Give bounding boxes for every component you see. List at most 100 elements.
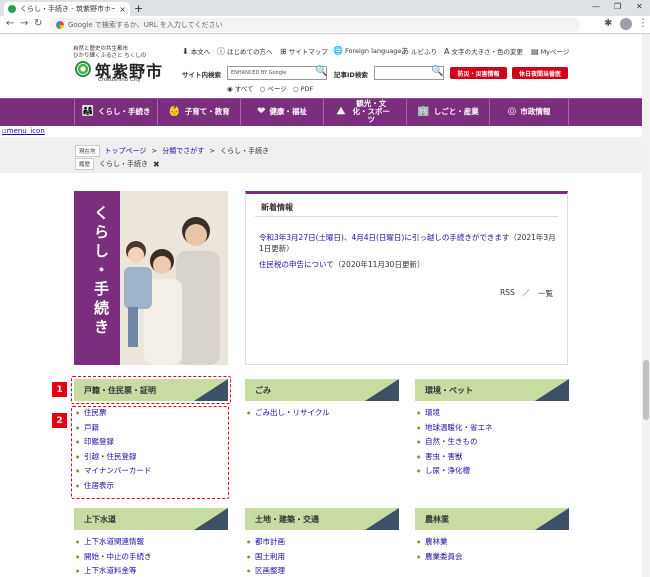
category-corner-decoration: [365, 508, 399, 530]
heart-icon: ❤: [257, 106, 266, 117]
emergency-info-button[interactable]: 防災・災害情報: [450, 67, 507, 79]
ruby-icon: あ: [401, 47, 409, 56]
scrollbar-thumb[interactable]: [643, 360, 649, 420]
news-date: （2020年11月30日更新）: [333, 260, 425, 269]
category-corner-decoration: [194, 508, 228, 530]
annotation-badge-2: 2: [52, 413, 67, 428]
building-icon: 🏢: [417, 106, 430, 117]
category-list-environment: 環境 地球温暖化・省エネ 自然・生きもの 害虫・害獣 し尿・浄化槽: [417, 406, 567, 479]
omnibox[interactable]: Google で検索するか、URL を入力してください: [50, 18, 580, 32]
tagline-line-1: 自然と歴史の共生都市: [73, 46, 129, 52]
news-link[interactable]: 令和3年3月27日(土曜日)、4月4日(日曜日)に引っ越しの手続きができます: [259, 233, 509, 242]
category-header-garbage[interactable]: ごみ: [245, 379, 399, 401]
stroller-icon: 👶: [168, 106, 181, 117]
list-item[interactable]: 環境: [417, 406, 567, 421]
site-search-icon[interactable]: 🔍: [315, 66, 327, 77]
article-id-label: 記事ID検索: [334, 71, 368, 79]
history-close-icon[interactable]: ✖: [153, 160, 160, 169]
back-icon[interactable]: ←: [6, 18, 14, 29]
link-sitemap[interactable]: ⊞ サイトマップ: [280, 46, 328, 56]
holiday-doctor-button[interactable]: 休日夜間当番医: [512, 67, 568, 79]
category-corner-decoration: [535, 379, 569, 401]
link-skip-to-content[interactable]: ⬇ 本文へ: [182, 46, 210, 56]
nav-city-info[interactable]: ◎ 市政情報: [489, 99, 569, 125]
nav-health[interactable]: ❤ 健康・福祉: [240, 99, 323, 125]
nav-tourism[interactable]: ⛰ 観光・文化・スポーツ: [323, 99, 406, 125]
browser-menu-icon[interactable]: ⋮: [638, 18, 648, 29]
category-header-agriculture[interactable]: 農林業: [415, 508, 569, 530]
extensions-icon[interactable]: ✱: [604, 18, 612, 29]
category-list-garbage: ごみ出し・リサイクル: [247, 406, 397, 421]
profile-avatar-icon[interactable]: [620, 18, 632, 30]
news-item: 令和3年3月27日(土曜日)、4月4日(日曜日)に引っ越しの手続きができます（2…: [259, 232, 559, 254]
browser-tab[interactable]: くらし・手続き - 筑紫野市ホームペー ×: [4, 2, 130, 16]
history-item[interactable]: くらし・手続き: [99, 159, 148, 169]
site-search-label: サイト内検索: [182, 71, 221, 79]
window-close-icon[interactable]: ✕: [636, 2, 643, 11]
list-item[interactable]: 上下水道料金等: [76, 564, 226, 577]
list-item[interactable]: 都市計画: [247, 535, 397, 550]
site-search-input[interactable]: ENHANCED BY Google: [227, 66, 327, 80]
rss-link[interactable]: RSS: [500, 288, 515, 297]
breadcrumb-home[interactable]: トップページ: [105, 146, 147, 156]
breadcrumb: 現在地 トップページ > 分類でさがす > くらし・手続き: [75, 145, 269, 157]
link-foreign-language[interactable]: 🌐 Foreign language: [333, 46, 401, 55]
city-icon: ◎: [507, 106, 517, 117]
list-item[interactable]: 上下水道関連情報: [76, 535, 226, 550]
forward-icon[interactable]: →: [20, 18, 28, 29]
news-divider: [255, 216, 558, 217]
broken-menu-icon-image: ▫menu_icon: [2, 127, 45, 135]
sitemap-icon: ⊞: [280, 47, 287, 56]
list-item[interactable]: 自然・生きもの: [417, 435, 567, 450]
history-row: 履歴 くらし・手続き ✖: [75, 158, 160, 170]
list-item[interactable]: 地球温暖化・省エネ: [417, 421, 567, 436]
logo-subtitle: Chikushino City: [98, 77, 141, 83]
page-scrollbar[interactable]: [642, 34, 650, 577]
annotation-badge-1: 1: [52, 382, 67, 397]
list-item[interactable]: 国土利用: [247, 550, 397, 565]
breadcrumb-sep: >: [151, 147, 158, 155]
breadcrumb-sep: >: [209, 147, 216, 155]
list-item[interactable]: 農林業: [417, 535, 567, 550]
new-tab-icon[interactable]: +: [134, 2, 143, 15]
nav-living[interactable]: 👨‍👩‍👧 くらし・手続き: [74, 99, 157, 125]
link-first-visit[interactable]: ⓘ はじめての方へ: [217, 46, 273, 57]
family-icon: 👨‍👩‍👧: [81, 106, 94, 117]
news-link[interactable]: 住民税の申告について: [259, 260, 334, 269]
radio-all[interactable]: ◉ すべて: [227, 85, 254, 93]
breadcrumb-by-field[interactable]: 分類でさがす: [162, 146, 204, 156]
category-header-environment[interactable]: 環境・ペット: [415, 379, 569, 401]
maximize-icon[interactable]: ❐: [614, 2, 621, 11]
link-text-size[interactable]: A 文字の大きさ・色の変更: [444, 46, 523, 56]
radio-page[interactable]: ○ ページ: [260, 85, 287, 93]
list-item[interactable]: 農業委員会: [417, 550, 567, 565]
site-favicon-icon: [8, 5, 16, 13]
my-page-icon: ▤: [531, 47, 539, 56]
list-item[interactable]: 害虫・害獣: [417, 450, 567, 465]
nav-childcare[interactable]: 👶 子育て・教育: [157, 99, 240, 125]
news-link-separator: ／: [522, 289, 530, 298]
list-item[interactable]: 区画整理: [247, 564, 397, 577]
link-my-page[interactable]: ▤ Myページ: [531, 46, 569, 56]
current-location-label: 現在地: [75, 145, 100, 157]
news-panel: [245, 191, 568, 365]
link-ruby[interactable]: あルビふり: [401, 46, 437, 57]
news-list-link[interactable]: 一覧: [538, 288, 553, 299]
list-item[interactable]: ごみ出し・リサイクル: [247, 406, 397, 421]
download-icon: ⬇: [182, 47, 189, 56]
radio-pdf[interactable]: ○ PDF: [293, 85, 313, 93]
reload-icon[interactable]: ↻: [34, 18, 42, 29]
category-header-land[interactable]: 土地・建築・交通: [245, 508, 399, 530]
list-item[interactable]: 開始・中止の手続き: [76, 550, 226, 565]
tab-close-icon[interactable]: ×: [119, 5, 126, 14]
article-search-icon[interactable]: 🔍: [431, 66, 443, 77]
category-header-water[interactable]: 上下水道: [74, 508, 228, 530]
info-icon: ⓘ: [217, 47, 225, 56]
city-logo-icon[interactable]: [75, 61, 91, 77]
browser-tab-title: くらし・手続き - 筑紫野市ホームペー: [20, 5, 116, 13]
nav-work[interactable]: 🏢 しごと・産業: [406, 99, 489, 125]
list-item[interactable]: し尿・浄化槽: [417, 464, 567, 479]
history-label: 履歴: [75, 158, 95, 170]
minimize-icon[interactable]: —: [592, 2, 600, 11]
mountain-icon: ⛰: [336, 106, 346, 117]
